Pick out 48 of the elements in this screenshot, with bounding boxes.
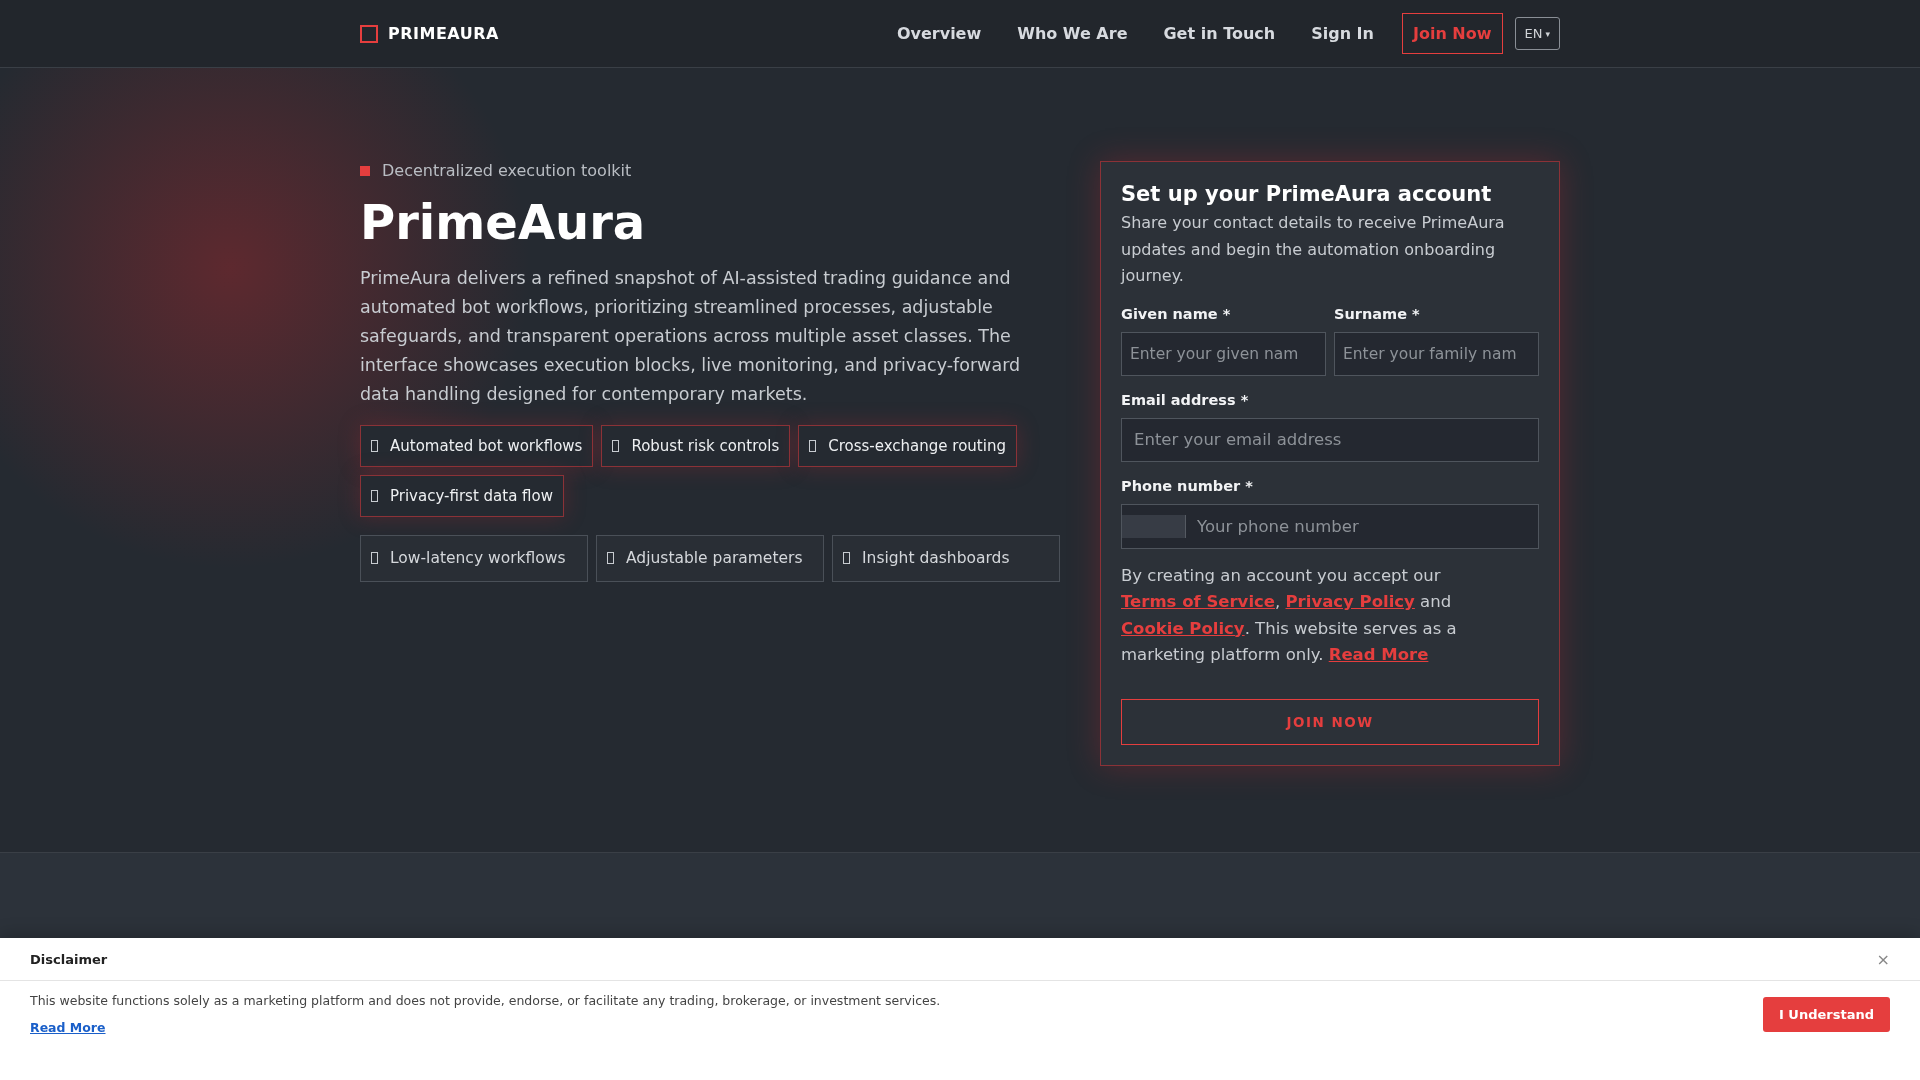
field-label: Given name * [1121, 305, 1232, 322]
policy-link[interactable]: Cookie Policy [1121, 618, 1245, 638]
policy-link[interactable]: Read More [1328, 645, 1429, 664]
glyph-icon [371, 439, 378, 452]
feature-label: Adjustable parameters [626, 549, 803, 568]
feature-label: Insight dashboards [862, 549, 1010, 568]
tag-label: Automated bot workflows [390, 436, 583, 455]
country-select[interactable] [1122, 514, 1186, 538]
input-field[interactable]: Enter your email address [1121, 417, 1539, 462]
join-now-button[interactable]: JOIN NOW [1121, 698, 1539, 745]
glyph-icon [843, 552, 850, 565]
join-button[interactable]: Join Now [1401, 13, 1503, 54]
glyph-icon [371, 552, 378, 565]
form-title: Set up your PrimeAura account [1121, 182, 1493, 206]
brand-name[interactable]: PRIMEAURA [388, 24, 499, 43]
nav-link[interactable]: Who We Are [1017, 24, 1128, 43]
tag-label: Robust risk controls [631, 436, 780, 455]
understand-button[interactable]: I Understand [1763, 996, 1890, 1032]
glyph-icon [612, 439, 620, 452]
consent-text: By creating an account you accept our Terms of Service, Privacy Policy and Cookie Policy. This website serves as a marketing platform only. Read More [1121, 564, 1458, 666]
nav-link[interactable]: Get in Touch [1163, 24, 1276, 43]
square-icon [360, 165, 370, 176]
input-field[interactable]: Enter your given nam [1121, 331, 1326, 376]
nav-link[interactable]: Sign In [1311, 24, 1374, 43]
glyph-icon [809, 439, 817, 452]
form-intro: Share your contact details to receive PrimeAura updates and begin the automation onboarding journey. [1121, 212, 1506, 287]
policy-link[interactable]: Privacy Policy [1285, 592, 1415, 611]
disclaimer-title: Disclaimer [30, 951, 108, 967]
phone-field[interactable]: Your phone number [1121, 503, 1539, 549]
feature-label: Low-latency workflows [390, 549, 566, 568]
hero-description: PrimeAura delivers a refined snapshot of AI-assisted trading guidance and automated bot workflows, prioritizing streamlined processes, adjustable safeguards, and transparent operations across multiple asset classes. The interface showcases execution blocks, live monitoring, and privacy-forward data handling designed for contemporary markets. [360, 266, 1022, 406]
field-label: Phone number * [1121, 477, 1254, 494]
field-label: Surname * [1334, 305, 1421, 322]
logo-icon [360, 24, 378, 43]
disclaimer-text: This website functions solely as a marketing platform and does not provide, endorse, or facilitate any trading, brokerage, or investment services. [30, 993, 941, 1008]
read-more-link[interactable]: Read More [30, 1020, 941, 1035]
hero-title: PrimeAura [360, 194, 647, 252]
nav-link[interactable]: Overview [896, 24, 982, 43]
eyebrow-text: Decentralized execution toolkit [382, 161, 632, 180]
glyph-icon [607, 552, 614, 565]
input-field[interactable]: Enter your family nam [1334, 331, 1539, 376]
tag-label: Privacy-first data flow [390, 486, 553, 505]
close-button[interactable]: × [1876, 949, 1890, 969]
policy-link[interactable]: Terms of Service [1121, 592, 1275, 611]
field-label: Email address * [1121, 391, 1250, 408]
glyph-icon [371, 489, 378, 502]
language-select[interactable]: EN ▾ [1514, 17, 1560, 50]
tag-label: Cross-exchange routing [828, 436, 1006, 455]
